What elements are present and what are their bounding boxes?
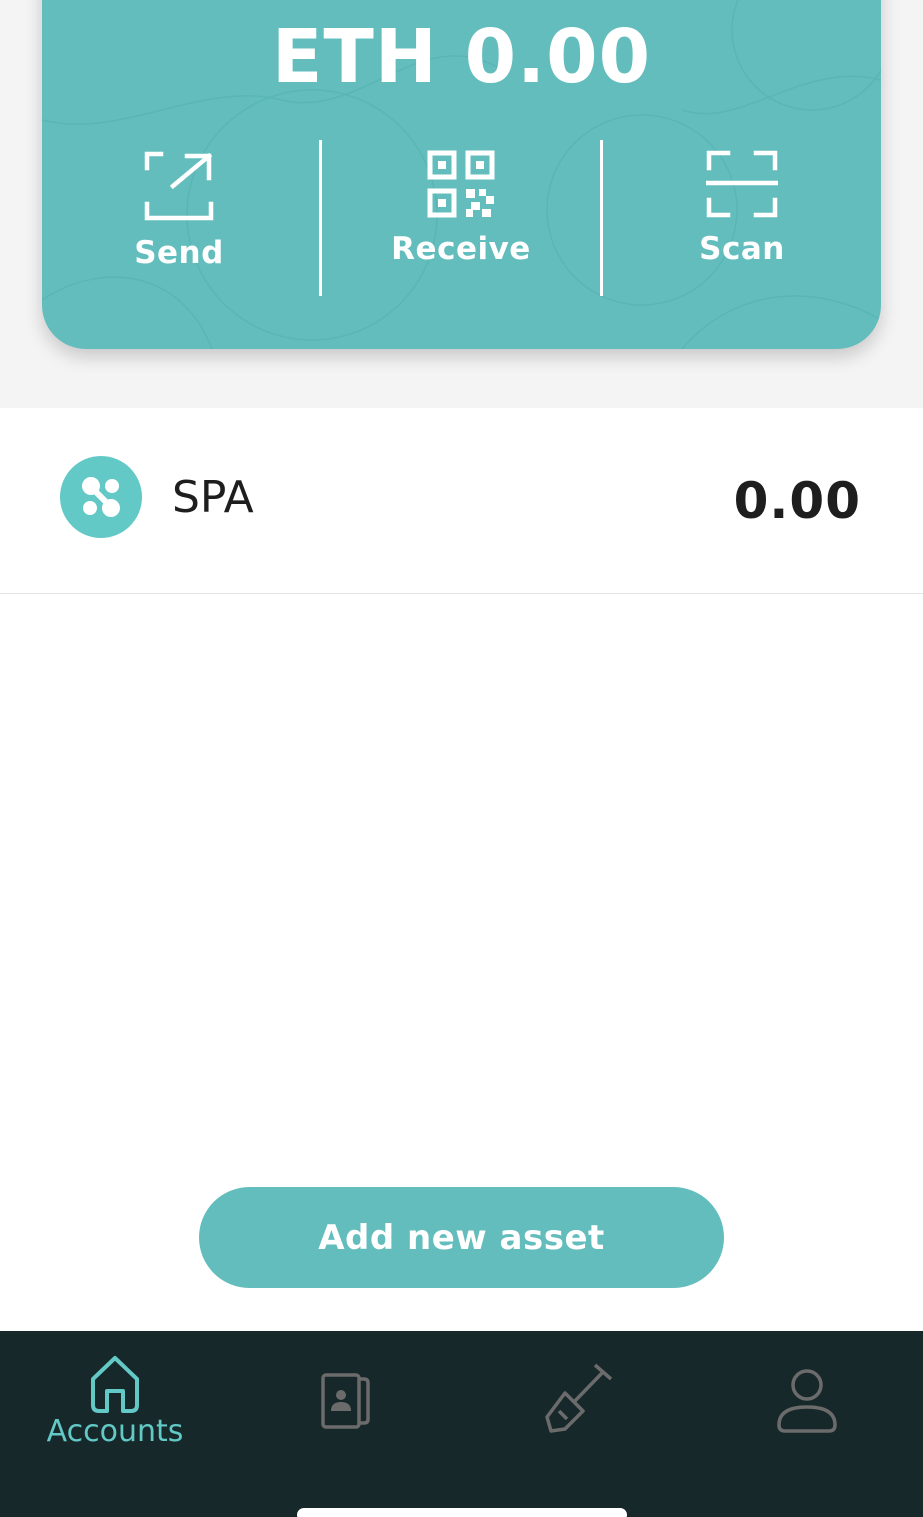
qr-code-icon xyxy=(427,150,495,218)
total-balance: ETH 0.00 xyxy=(271,14,652,100)
scan-button[interactable]: Scan xyxy=(652,150,832,280)
add-new-asset-button[interactable]: Add new asset xyxy=(199,1187,724,1288)
home-indicator xyxy=(297,1508,627,1517)
profile-icon xyxy=(777,1369,837,1433)
receive-label: Receive xyxy=(391,231,531,267)
nav-label-accounts: Accounts xyxy=(46,1414,184,1449)
receive-button[interactable]: Receive xyxy=(371,150,551,280)
contacts-icon xyxy=(321,1373,370,1429)
shovel-icon xyxy=(545,1363,613,1433)
send-icon xyxy=(144,151,214,221)
asset-row-spa[interactable]: SPA 0.00 xyxy=(0,408,923,594)
scan-label: Scan xyxy=(699,231,785,267)
balance-card: ETH 0.00 Send Receive Scan xyxy=(42,0,881,349)
nav-item-accounts[interactable]: Accounts xyxy=(0,1331,230,1471)
asset-balance: 0.00 xyxy=(733,472,861,530)
bottom-navigation: Accounts xyxy=(0,1331,923,1517)
asset-symbol: SPA xyxy=(172,472,254,523)
send-label: Send xyxy=(134,235,224,271)
spa-token-icon xyxy=(60,456,142,538)
nav-item-dig[interactable] xyxy=(462,1331,692,1471)
nav-item-profile[interactable] xyxy=(692,1331,922,1471)
wallet-screen: ETH 0.00 Send Receive Scan SPA 0.00 Add … xyxy=(0,0,923,1517)
scan-icon xyxy=(706,150,778,218)
nav-item-contacts[interactable] xyxy=(231,1331,461,1471)
action-divider xyxy=(600,140,603,296)
action-divider xyxy=(319,140,322,296)
send-button[interactable]: Send xyxy=(89,150,269,280)
home-icon xyxy=(91,1356,139,1413)
